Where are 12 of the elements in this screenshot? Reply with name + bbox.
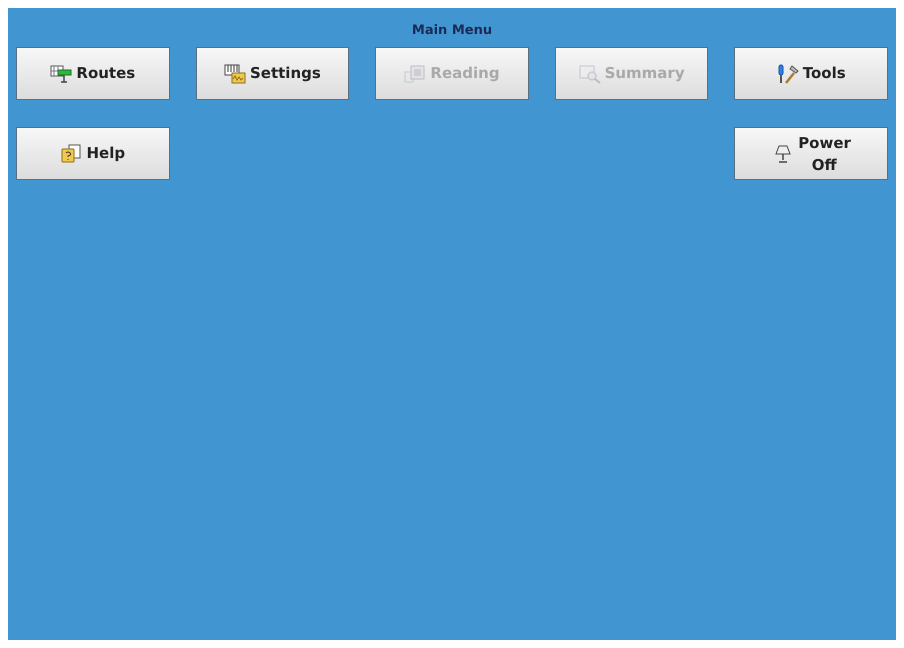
screwdriver-hammer-icon	[776, 64, 799, 84]
help-icon	[60, 144, 82, 164]
menu-button[interactable]: Help	[16, 127, 170, 180]
menu-button[interactable]: Routes	[16, 47, 170, 100]
signpost-icon	[50, 64, 72, 84]
menu-button[interactable]: Power Off	[734, 127, 888, 180]
screen-title: Main Menu	[410, 22, 494, 40]
magnifier-document-icon	[578, 64, 601, 84]
menu-button[interactable]: Tools	[734, 47, 888, 100]
window-icon	[404, 64, 426, 84]
keyboard-chart-icon	[224, 64, 246, 84]
menu-button[interactable]: Settings	[196, 47, 350, 100]
